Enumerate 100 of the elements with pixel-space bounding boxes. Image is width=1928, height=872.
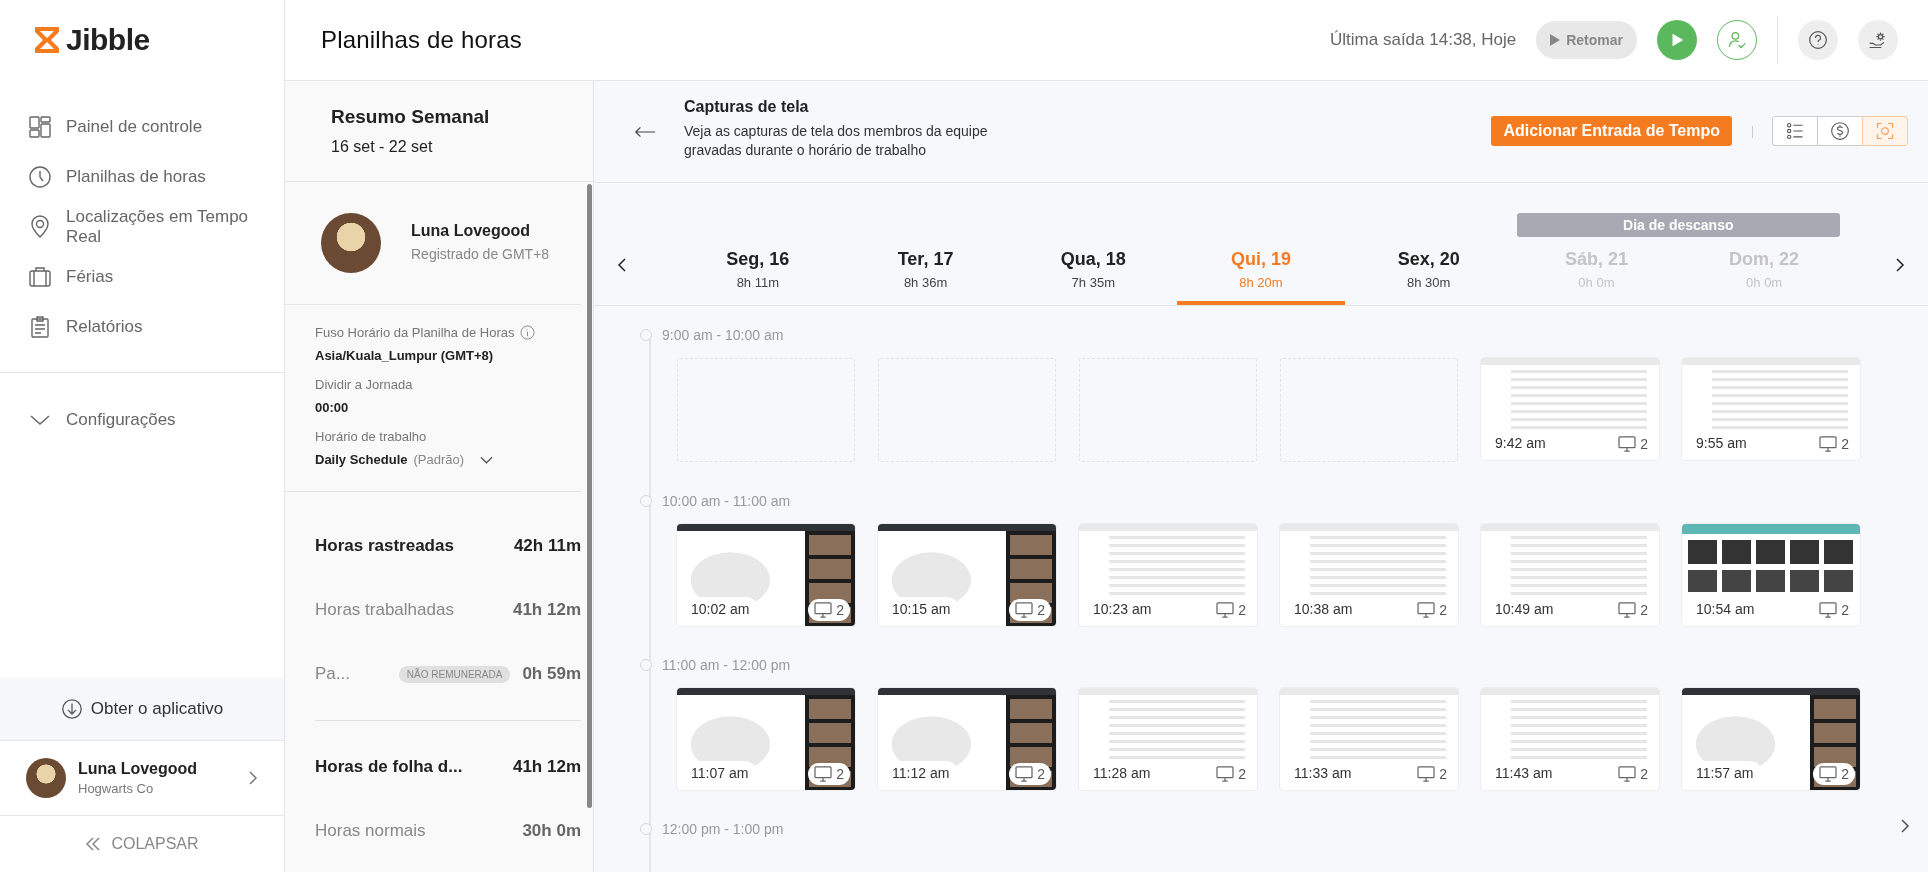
dollar-view-button[interactable] (1817, 115, 1863, 146)
screenshot-thumbnail[interactable]: 10:38 am 2 (1280, 524, 1458, 626)
stat-value: 41h 12m (512, 757, 581, 777)
double-chevron-left-icon (85, 837, 102, 851)
monitor-icon (1417, 602, 1436, 618)
day-tab[interactable]: Qua, 18 7h 35m (1009, 243, 1178, 305)
timeline-dot (640, 329, 652, 341)
back-arrow-icon[interactable] (634, 125, 656, 138)
user-profile-menu[interactable]: Luna Lovegood Hogwarts Co (0, 741, 284, 816)
field-label: Fuso Horário da Planilha de Horas (315, 325, 515, 340)
field-value: Asia/Kuala_Lumpur (GMT+8) (315, 348, 495, 363)
timeline-dot (640, 495, 652, 507)
screenshot-view-button[interactable] (1862, 115, 1908, 146)
logo-wordmark: Jibble (66, 23, 150, 57)
organization-name: Hogwarts Co (78, 781, 155, 796)
user-check-icon (1727, 30, 1747, 50)
screenshot-thumbnail[interactable]: 11:57 am 2 (1682, 688, 1860, 790)
settings-button[interactable] (1858, 20, 1898, 60)
screenshot-thumbnail[interactable]: 10:23 am 2 (1079, 524, 1257, 626)
stat-value: 41h 12m (512, 600, 581, 620)
date-range: 16 set - 22 set (331, 138, 434, 156)
chevron-right-icon (248, 770, 258, 786)
monitor-icon (1216, 766, 1235, 782)
screenshot-thumbnail[interactable]: 11:28 am 2 (1079, 688, 1257, 790)
chevron-down-icon (480, 455, 494, 464)
stat-value: 30h 0m (522, 821, 581, 841)
suitcase-icon (28, 265, 52, 289)
clipboard-icon (28, 315, 52, 339)
nav-item[interactable]: Localizações em Tempo Real (0, 202, 284, 252)
screenshot-thumbnail[interactable]: 9:42 am 2 (1481, 358, 1659, 460)
hour-range: 12:00 pm - 1:00 pm (662, 821, 784, 837)
clock-in-button[interactable] (1717, 20, 1757, 60)
clock-icon (28, 165, 52, 189)
monitor-icon (814, 766, 833, 782)
screenshot-thumbnail[interactable]: 10:54 am 2 (1682, 524, 1860, 626)
screenshot-thumbnail[interactable]: 9:55 am 2 (1682, 358, 1860, 460)
nav-item[interactable]: Painel de controle (0, 102, 284, 152)
stat-label: Horas rastreadas (315, 536, 455, 556)
settings-icon (1868, 30, 1888, 50)
monitor-icon (1618, 436, 1637, 452)
timeline-dot (640, 823, 652, 835)
screen-count: 2 (1841, 766, 1849, 782)
screenshot-thumbnail[interactable]: 10:49 am 2 (1481, 524, 1659, 626)
screen-count: 2 (836, 766, 844, 782)
schedule-dropdown[interactable]: Daily Schedule (Padrão) (315, 444, 581, 467)
screen-count: 2 (1640, 436, 1648, 452)
location-pin-icon (28, 215, 52, 239)
avatar (321, 213, 381, 273)
field-label: Horário de trabalho (315, 429, 428, 444)
list-view-button[interactable] (1772, 115, 1818, 146)
screen-count: 2 (1037, 766, 1045, 782)
schedule-name: Daily Schedule (315, 452, 408, 467)
nav-item[interactable]: Planilhas de horas (0, 152, 284, 202)
stat-value: 0h 59m (522, 664, 581, 684)
rest-day-banner: Dia de descanso (1516, 213, 1840, 237)
list-icon (1785, 120, 1805, 141)
screen-count: 2 (1439, 602, 1447, 618)
play-button[interactable] (1657, 20, 1697, 60)
screenshot-thumbnail[interactable]: 10:02 am 2 (677, 524, 855, 626)
help-icon (1808, 30, 1828, 50)
play-icon (1550, 34, 1561, 46)
scrollbar[interactable] (587, 184, 592, 808)
monitor-icon (1819, 766, 1838, 782)
member-name: Luna Lovegood (411, 222, 532, 241)
help-button[interactable] (1798, 20, 1838, 60)
stat-label: Horas trabalhadas (315, 600, 455, 620)
stat-label: Horas normais (315, 821, 427, 841)
collapse-button[interactable]: COLAPSAR (0, 816, 284, 872)
screenshot-thumbnail[interactable]: 11:12 am 2 (878, 688, 1056, 790)
day-tab[interactable]: Sex, 20 8h 30m (1344, 243, 1513, 305)
day-tab[interactable]: Ter, 17 8h 36m (841, 243, 1010, 305)
screenshot-thumbnail[interactable]: 11:33 am 2 (1280, 688, 1458, 790)
monitor-icon (1216, 602, 1235, 618)
info-icon[interactable] (520, 325, 536, 340)
avatar (26, 758, 66, 798)
screenshot-thumbnail[interactable]: 11:43 am 2 (1481, 688, 1659, 790)
day-tab[interactable]: Seg, 16 8h 11m (674, 243, 842, 305)
nav-item[interactable]: Relatórios (0, 302, 284, 352)
settings-menu-item[interactable]: Configurações (0, 395, 284, 445)
hour-range: 11:00 am - 12:00 pm (662, 657, 791, 673)
chevron-left-icon (617, 257, 627, 273)
get-app-button[interactable]: Obter o aplicativo (0, 678, 284, 741)
nav-item[interactable]: Férias (0, 252, 284, 302)
screen-count: 2 (1037, 602, 1045, 618)
summary-title: Resumo Semanal (331, 106, 491, 128)
screen-count: 2 (1640, 602, 1648, 618)
grid-icon (28, 115, 52, 139)
monitor-icon (1618, 766, 1637, 782)
page-title: Planilhas de horas (321, 26, 523, 54)
field-label: Dividir a Jornada (315, 377, 414, 392)
screenshot-thumbnail[interactable]: 10:15 am 2 (878, 524, 1056, 626)
screenshot-thumbnail[interactable]: 11:07 am 2 (677, 688, 855, 790)
screen-count: 2 (1640, 766, 1648, 782)
monitor-icon (1015, 766, 1034, 782)
screen-count: 2 (1238, 602, 1246, 618)
hour-range: 10:00 am - 11:00 am (662, 493, 791, 509)
monitor-icon (1417, 766, 1436, 782)
dollar-icon (1830, 120, 1850, 141)
screen-count: 2 (836, 602, 844, 618)
unpaid-badge: NÃO REMUNERADA (398, 665, 511, 683)
